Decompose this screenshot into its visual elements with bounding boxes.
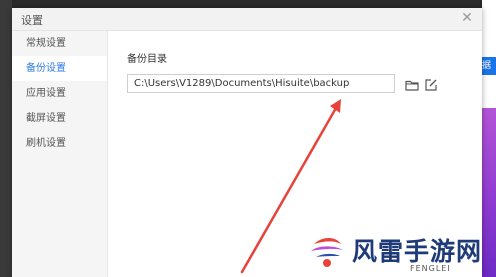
settings-sidebar: 常规设置 备份设置 应用设置 截屏设置 刷机设置 — [12, 31, 108, 277]
sidebar-item-screenshot[interactable]: 截屏设置 — [12, 106, 107, 131]
watermark-subtitle: FENGLEI — [410, 264, 451, 273]
fenglei-logo-icon — [311, 238, 343, 267]
background-blue-button: 据 — [482, 57, 496, 75]
dialog-titlebar: 设置 ✕ — [12, 8, 482, 31]
watermark-title: 风雷手游网 — [352, 237, 483, 266]
backup-path-input[interactable] — [127, 74, 395, 93]
sidebar-item-backup[interactable]: 备份设置 — [12, 56, 107, 81]
edit-icon[interactable] — [424, 77, 438, 91]
backup-directory-label: 备份目录 — [127, 54, 167, 65]
site-watermark: 风雷手游网 FENGLEI — [300, 230, 490, 277]
sidebar-item-flash[interactable]: 刷机设置 — [12, 131, 107, 156]
background-app-left — [0, 0, 12, 277]
folder-icon[interactable] — [405, 77, 419, 91]
sidebar-item-general[interactable]: 常规设置 — [12, 31, 107, 56]
close-icon[interactable]: ✕ — [460, 11, 474, 25]
dialog-title: 设置 — [21, 14, 43, 27]
sidebar-item-apps[interactable]: 应用设置 — [12, 81, 107, 106]
